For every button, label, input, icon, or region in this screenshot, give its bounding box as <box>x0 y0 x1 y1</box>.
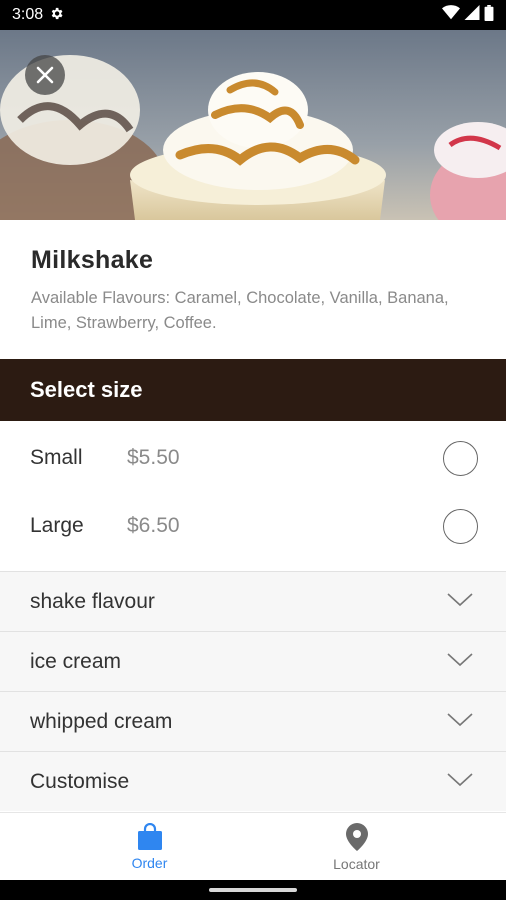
home-gesture-handle[interactable] <box>209 888 297 892</box>
system-gesture-bar <box>0 880 506 900</box>
select-size-header: Select size <box>0 359 506 421</box>
chevron-down-icon <box>447 593 473 607</box>
option-ice-cream[interactable]: ice cream <box>0 631 506 691</box>
location-pin-icon <box>345 823 368 851</box>
signal-icon <box>464 5 480 25</box>
select-size-label: Select size <box>30 377 143 402</box>
option-label: shake flavour <box>30 589 155 613</box>
product-title: Milkshake <box>31 246 154 274</box>
status-bar: 3:08 <box>0 0 506 30</box>
option-label: ice cream <box>30 649 122 673</box>
option-shake-flavour[interactable]: shake flavour <box>0 571 506 631</box>
nav-locator[interactable]: Locator <box>230 813 483 881</box>
wifi-icon <box>442 5 460 25</box>
size-option-small[interactable]: Small $5.50 <box>0 424 506 492</box>
shopping-bag-icon <box>137 823 162 850</box>
bottom-navigation: Order Locator <box>0 812 506 880</box>
size-price: $6.50 <box>127 514 180 537</box>
nav-order-label: Order <box>131 855 168 871</box>
close-icon <box>36 66 54 84</box>
option-whipped-cream[interactable]: whipped cream <box>0 691 506 751</box>
size-option-large[interactable]: Large $6.50 <box>0 492 506 560</box>
status-time: 3:08 <box>12 6 44 23</box>
chevron-down-icon <box>447 653 473 667</box>
battery-icon <box>484 4 494 26</box>
milkshake-illustration <box>0 30 506 220</box>
size-price: $5.50 <box>127 446 180 469</box>
option-label: whipped cream <box>30 709 173 733</box>
product-description: Available Flavours: Caramel, Chocolate, … <box>31 289 449 332</box>
gear-icon <box>49 6 64 25</box>
product-hero-image <box>0 30 506 220</box>
option-label: Customise <box>30 769 130 793</box>
chevron-down-icon <box>447 713 473 727</box>
size-name: Small <box>30 446 83 469</box>
close-button[interactable] <box>25 55 65 95</box>
size-radio-large[interactable] <box>443 508 478 544</box>
nav-locator-label: Locator <box>333 856 380 872</box>
size-radio-small[interactable] <box>443 440 478 476</box>
option-customise[interactable]: Customise <box>0 751 506 811</box>
product-details: Milkshake Available Flavours: Caramel, C… <box>0 220 506 812</box>
size-name: Large <box>30 514 84 537</box>
chevron-down-icon <box>447 773 473 787</box>
